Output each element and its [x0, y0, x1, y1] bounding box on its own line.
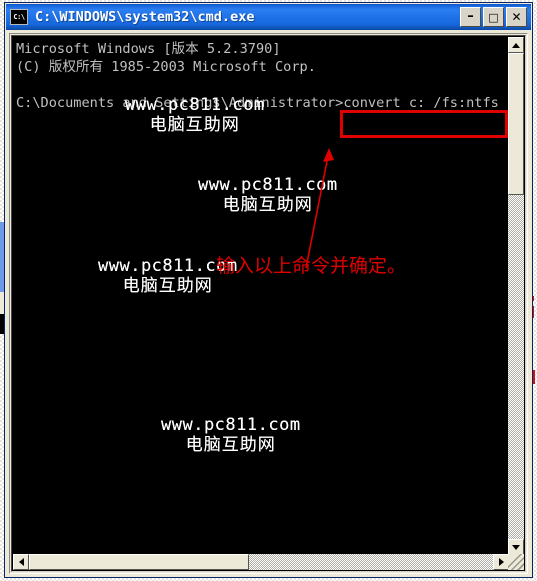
console-frame: Microsoft Windows [版本 5.2.3790] (C) 版权所有…	[11, 35, 526, 572]
cmd-console-icon: C:\	[10, 9, 28, 25]
watermark-site-name: 电脑互助网	[222, 195, 313, 215]
chevron-down-icon	[512, 544, 520, 550]
chevron-right-icon	[498, 558, 504, 566]
annotation-note-text: 输入以上命令并确定。	[216, 255, 407, 277]
watermark-site-name: 电脑互助网	[122, 276, 213, 296]
chevron-up-icon	[512, 42, 520, 48]
console-output-area[interactable]: Microsoft Windows [版本 5.2.3790] (C) 版权所有…	[13, 37, 509, 555]
horizontal-scroll-thumb[interactable]	[29, 554, 249, 570]
window-title-bar[interactable]: C:\ C:\WINDOWS\system32\cmd.exe – □ ✕	[6, 4, 531, 30]
chevron-left-icon	[18, 558, 24, 566]
cmd-icon-label: C:\	[13, 12, 25, 21]
close-button[interactable]: ✕	[506, 7, 527, 27]
scroll-up-button[interactable]	[508, 37, 524, 53]
watermark-url: www.pc811.com	[161, 415, 301, 435]
window-controls: – □ ✕	[460, 7, 527, 27]
window-title-text: C:\WINDOWS\system32\cmd.exe	[35, 9, 255, 25]
command-highlight-box	[340, 110, 508, 138]
scroll-left-button[interactable]	[13, 554, 29, 570]
watermark: www.pc811.com 电脑互助网	[198, 175, 338, 216]
vertical-scrollbar[interactable]	[508, 37, 524, 555]
watermark: www.pc811.com 电脑互助网	[161, 415, 301, 456]
watermark-url: www.pc811.com	[125, 95, 265, 115]
watermark-url: www.pc811.com	[198, 175, 338, 195]
window-client-area: Microsoft Windows [版本 5.2.3790] (C) 版权所有…	[9, 33, 528, 574]
close-icon: ✕	[511, 10, 522, 24]
watermark: www.pc811.com 电脑互助网	[125, 95, 265, 136]
scroll-right-button[interactable]	[493, 554, 509, 570]
watermark-site-name: 电脑互助网	[149, 115, 240, 135]
cmd-window: C:\ C:\WINDOWS\system32\cmd.exe – □ ✕ Mi…	[4, 2, 533, 578]
vertical-scroll-thumb[interactable]	[508, 53, 524, 195]
scroll-down-button[interactable]	[508, 539, 524, 555]
watermark-site-name: 电脑互助网	[185, 435, 276, 455]
horizontal-scrollbar[interactable]	[13, 554, 509, 570]
minimize-icon: –	[467, 9, 474, 24]
resize-grip[interactable]	[508, 554, 524, 570]
minimize-button[interactable]: –	[460, 7, 481, 27]
maximize-button[interactable]: □	[483, 7, 504, 27]
maximize-icon: □	[488, 10, 499, 24]
